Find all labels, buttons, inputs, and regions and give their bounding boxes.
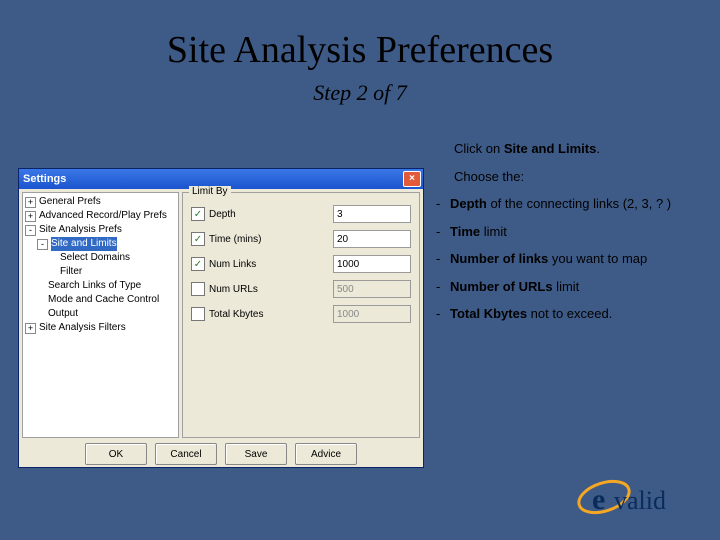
expand-icon[interactable]: +: [25, 323, 36, 334]
bullet-pre: Time: [450, 224, 480, 239]
tree-label[interactable]: Advanced Record/Play Prefs: [39, 209, 167, 223]
save-button[interactable]: Save: [225, 443, 287, 465]
tree-label[interactable]: Select Domains: [60, 251, 130, 265]
bullet-pre: Depth: [450, 196, 487, 211]
bullet-pre: Number of URLs: [450, 279, 553, 294]
instr-line1-post: .: [596, 141, 600, 156]
row-label: Num URLs: [209, 284, 333, 295]
cancel-button[interactable]: Cancel: [155, 443, 217, 465]
window-title: Settings: [23, 173, 66, 185]
checkbox[interactable]: ✓: [191, 257, 205, 271]
button-bar: OK Cancel Save Advice: [19, 441, 423, 467]
time-input[interactable]: [333, 230, 411, 248]
instr-line2: Choose the:: [454, 168, 702, 186]
evalid-logo: e valid: [574, 472, 694, 522]
tree-label[interactable]: Site and Limits: [51, 237, 117, 251]
expand-icon[interactable]: +: [25, 197, 36, 208]
slide-subtitle: Step 2 of 7: [0, 80, 720, 106]
tree-label[interactable]: General Prefs: [39, 195, 101, 209]
row-label: Total Kbytes: [209, 309, 333, 320]
bullet-pre: Number of links: [450, 251, 548, 266]
collapse-icon[interactable]: -: [37, 239, 48, 250]
close-icon[interactable]: ×: [403, 171, 421, 187]
bullet-post: not to exceed.: [527, 306, 612, 321]
tree-label[interactable]: Search Links of Type: [48, 279, 141, 293]
row-label: Time (mins): [209, 234, 333, 245]
depth-input[interactable]: [333, 205, 411, 223]
group-legend: Limit By: [189, 186, 231, 197]
bullet-post: of the connecting links (2, 3, ? ): [487, 196, 671, 211]
tree-label[interactable]: Site Analysis Filters: [39, 321, 126, 335]
bullet-post: you want to map: [548, 251, 647, 266]
bullet-post: limit: [480, 224, 507, 239]
collapse-icon[interactable]: -: [25, 225, 36, 236]
numlinks-input[interactable]: [333, 255, 411, 273]
tree-label[interactable]: Output: [48, 307, 78, 321]
checkbox[interactable]: [191, 307, 205, 321]
settings-tree[interactable]: +General Prefs +Advanced Record/Play Pre…: [22, 192, 179, 438]
row-label: Num Links: [209, 259, 333, 270]
kbytes-input: [333, 305, 411, 323]
svg-text:e: e: [592, 483, 605, 516]
advice-button[interactable]: Advice: [295, 443, 357, 465]
bullet-post: limit: [553, 279, 580, 294]
checkbox[interactable]: ✓: [191, 207, 205, 221]
checkbox[interactable]: [191, 282, 205, 296]
instr-line1-pre: Click on: [454, 141, 504, 156]
numurls-input: [333, 280, 411, 298]
instr-line1-bold: Site and Limits: [504, 141, 596, 156]
limit-by-group: Limit By ✓Depth ✓Time (mins) ✓Num Links …: [182, 192, 420, 438]
row-label: Depth: [209, 209, 333, 220]
tree-label[interactable]: Mode and Cache Control: [48, 293, 159, 307]
checkbox[interactable]: ✓: [191, 232, 205, 246]
bullet-pre: Total Kbytes: [450, 306, 527, 321]
slide-title: Site Analysis Preferences: [0, 28, 720, 72]
ok-button[interactable]: OK: [85, 443, 147, 465]
expand-icon[interactable]: +: [25, 211, 36, 222]
settings-window: Settings × +General Prefs +Advanced Reco…: [18, 168, 424, 468]
svg-text:valid: valid: [614, 486, 666, 515]
instructions: Click on Site and Limits. Choose the: -D…: [454, 140, 702, 333]
tree-label[interactable]: Filter: [60, 265, 82, 279]
tree-label[interactable]: Site Analysis Prefs: [39, 223, 122, 237]
